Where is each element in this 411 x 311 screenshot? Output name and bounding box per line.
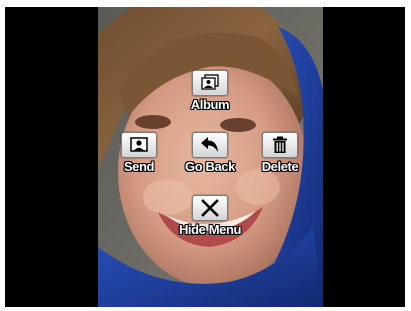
close-icon	[201, 199, 219, 217]
album-icon	[201, 74, 219, 90]
trash-icon-tile	[262, 132, 298, 158]
album-button[interactable]: Album	[170, 70, 250, 113]
device-screen: Album Send Go Back Delete Hide Menu	[5, 7, 405, 307]
go-back-label: Go Back	[185, 159, 235, 174]
overlay-menu: Album Send Go Back Delete Hide Menu	[5, 7, 405, 307]
go-back-icon	[201, 137, 218, 152]
trash-icon	[273, 136, 287, 153]
go-back-button[interactable]: Go Back	[170, 132, 250, 175]
delete-label: Delete	[261, 159, 299, 174]
hide-menu-button[interactable]: Hide Menu	[170, 195, 250, 238]
album-icon-tile	[192, 70, 228, 96]
album-label: Album	[190, 97, 230, 112]
send-icon	[130, 137, 148, 152]
send-icon-tile	[121, 132, 157, 158]
delete-button[interactable]: Delete	[240, 132, 320, 175]
hide-menu-label: Hide Menu	[178, 222, 242, 237]
go-back-icon-tile	[192, 132, 228, 158]
send-button[interactable]: Send	[99, 132, 179, 175]
send-label: Send	[123, 159, 155, 174]
close-icon-tile	[192, 195, 228, 221]
